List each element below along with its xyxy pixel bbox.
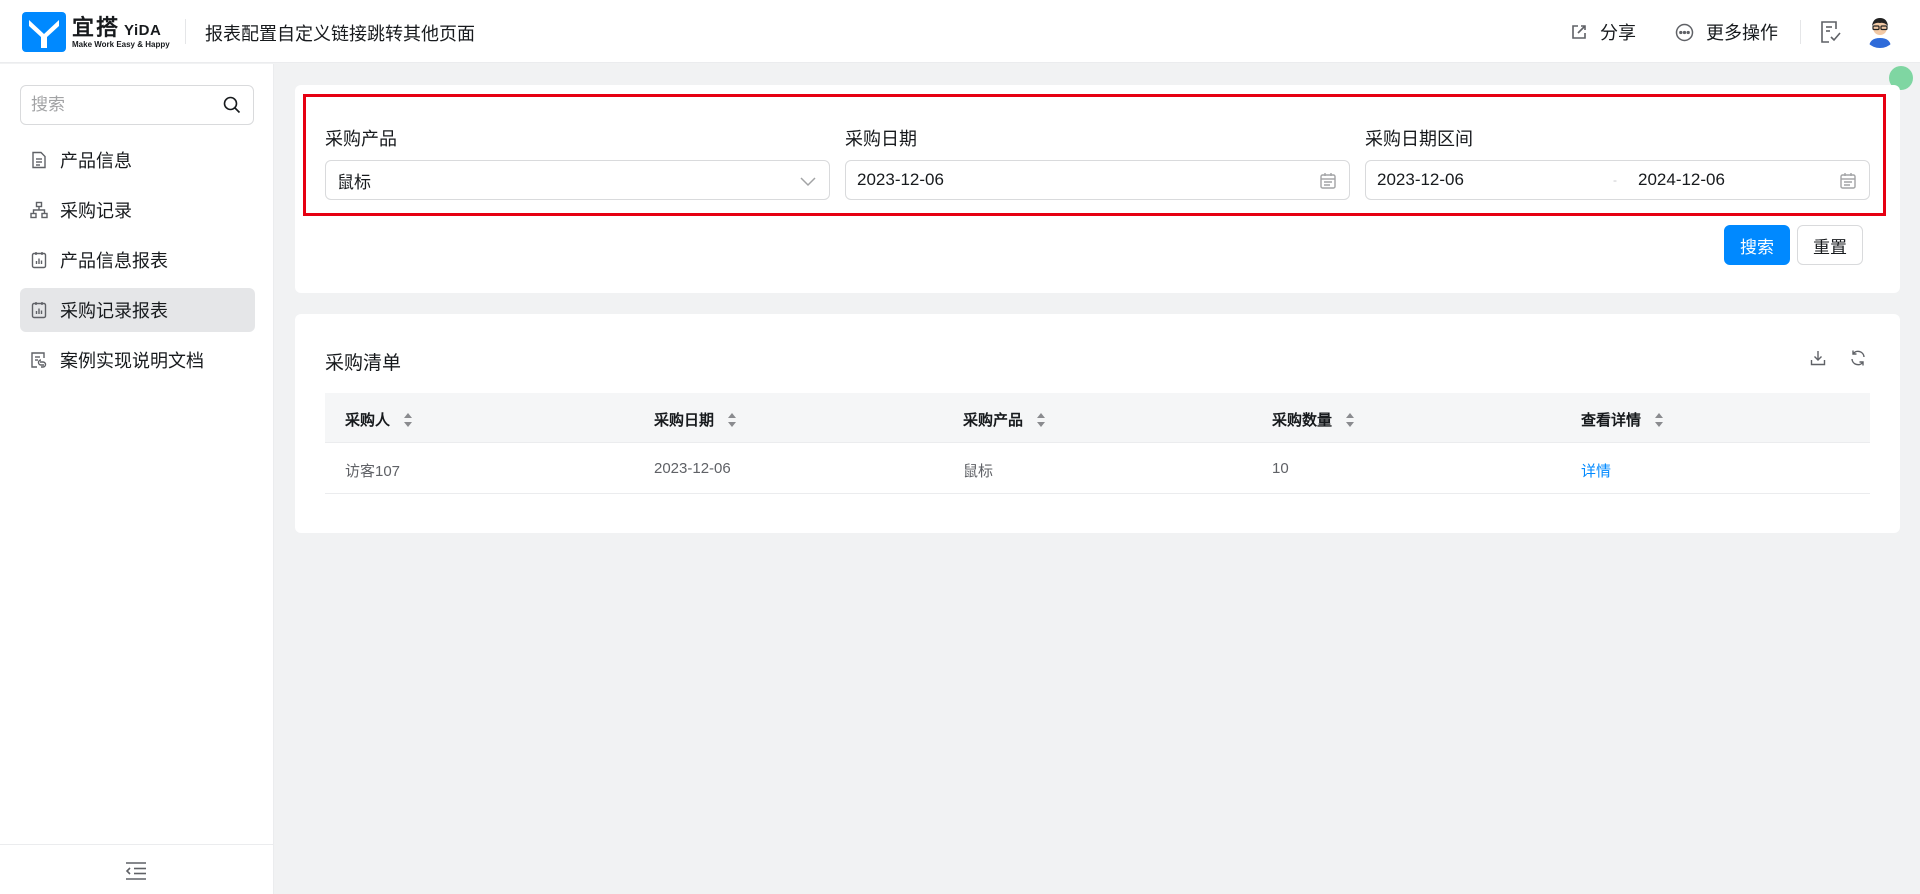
top-header: 宜搭 YiDA Make Work Easy & Happy 报表配置自定义链接跳… xyxy=(0,0,1920,63)
sidebar-search-input[interactable] xyxy=(31,86,211,124)
cell-buyer: 访客107 xyxy=(345,463,401,480)
document-icon xyxy=(32,151,46,169)
table-header-row: 采购人 采购日期 采购产品 采购数量 查看详情 xyxy=(325,393,1870,443)
sort-icon[interactable] xyxy=(403,412,413,428)
share-label: 分享 xyxy=(1600,23,1636,43)
cell-quantity: 10 xyxy=(1272,460,1289,477)
org-chart-icon xyxy=(30,201,48,219)
sort-icon[interactable] xyxy=(1345,412,1355,428)
detail-link[interactable]: 详情 xyxy=(1581,460,1611,481)
sidebar-footer xyxy=(0,844,273,894)
doc-link-icon xyxy=(31,352,47,368)
sidebar-item-case-docs[interactable]: 案例实现说明文档 xyxy=(20,338,255,382)
sidebar-item-label: 产品信息 xyxy=(60,151,132,171)
header-divider xyxy=(1800,20,1801,44)
share-button[interactable]: 分享 xyxy=(1570,19,1636,45)
calendar-icon xyxy=(1320,173,1336,189)
date-range-start[interactable]: 2023-12-06 xyxy=(1377,170,1464,190)
product-filter-label: 采购产品 xyxy=(325,129,397,149)
table-title: 采购清单 xyxy=(325,353,402,374)
column-header-quantity[interactable]: 采购数量 xyxy=(1272,409,1355,430)
date-picker-value: 2023-12-06 xyxy=(857,170,944,189)
column-header-product[interactable]: 采购产品 xyxy=(963,409,1046,430)
search-button[interactable]: 搜索 xyxy=(1724,225,1790,265)
cell-date: 2023-12-06 xyxy=(654,460,731,477)
sidebar-item-label: 采购记录 xyxy=(60,201,132,221)
more-icon xyxy=(1675,23,1694,41)
more-actions-label: 更多操作 xyxy=(1706,23,1778,43)
column-header-detail[interactable]: 查看详情 xyxy=(1581,409,1664,430)
column-header-date[interactable]: 采购日期 xyxy=(654,409,737,430)
task-check-icon[interactable] xyxy=(1820,20,1842,44)
reset-button[interactable]: 重置 xyxy=(1797,225,1863,265)
sidebar-item-label: 采购记录报表 xyxy=(60,301,168,321)
sidebar-item-label: 产品信息报表 xyxy=(60,251,168,271)
sidebar-item-purchase-records[interactable]: 采购记录 xyxy=(20,188,255,232)
download-icon[interactable] xyxy=(1809,349,1827,367)
sidebar-search[interactable] xyxy=(20,85,254,125)
report-icon xyxy=(31,252,47,269)
cell-product: 鼠标 xyxy=(963,463,994,480)
more-actions-button[interactable]: 更多操作 xyxy=(1675,19,1778,45)
collapse-sidebar-icon[interactable] xyxy=(124,861,148,881)
sidebar-item-label: 案例实现说明文档 xyxy=(60,351,204,371)
user-avatar[interactable] xyxy=(1863,14,1897,48)
calendar-icon xyxy=(1840,173,1856,189)
sidebar-item-product-report[interactable]: 产品信息报表 xyxy=(20,238,255,282)
date-range-end[interactable]: 2024-12-06 xyxy=(1638,170,1725,190)
sidebar: 产品信息 采购记录 产品信息报表 采购记录报表 案例实现说明文档 xyxy=(0,64,274,894)
date-range-picker[interactable]: 2023-12-06 - 2024-12-06 xyxy=(1365,160,1870,200)
brand: 宜搭 YiDA Make Work Easy & Happy xyxy=(72,10,170,49)
search-icon[interactable] xyxy=(223,96,241,114)
date-picker[interactable]: 2023-12-06 xyxy=(845,160,1350,200)
product-select-value: 鼠标 xyxy=(337,172,371,192)
table-row: 访客107 2023-12-06 鼠标 10 详情 xyxy=(325,443,1870,494)
column-header-buyer[interactable]: 采购人 xyxy=(345,409,413,430)
chevron-down-icon xyxy=(800,177,816,187)
page-title: 报表配置自定义链接跳转其他页面 xyxy=(205,24,475,44)
sidebar-nav: 产品信息 采购记录 产品信息报表 采购记录报表 案例实现说明文档 xyxy=(20,138,255,388)
date-filter-label: 采购日期 xyxy=(845,129,917,149)
header-divider xyxy=(185,19,186,44)
yida-logo-icon[interactable] xyxy=(22,12,66,52)
sort-icon[interactable] xyxy=(727,412,737,428)
date-range-filter-label: 采购日期区间 xyxy=(1365,129,1473,149)
sidebar-item-purchase-report[interactable]: 采购记录报表 xyxy=(20,288,255,332)
sort-icon[interactable] xyxy=(1654,412,1664,428)
brand-name: 宜搭 YiDA xyxy=(72,15,162,40)
report-icon xyxy=(31,302,47,319)
product-select[interactable]: 鼠标 xyxy=(325,160,830,200)
share-icon xyxy=(1572,25,1586,39)
sidebar-item-product-info[interactable]: 产品信息 xyxy=(20,138,255,182)
refresh-icon[interactable] xyxy=(1849,349,1867,367)
sort-icon[interactable] xyxy=(1036,412,1046,428)
brand-slogan: Make Work Easy & Happy xyxy=(72,40,170,49)
date-range-separator: - xyxy=(1613,173,1617,187)
